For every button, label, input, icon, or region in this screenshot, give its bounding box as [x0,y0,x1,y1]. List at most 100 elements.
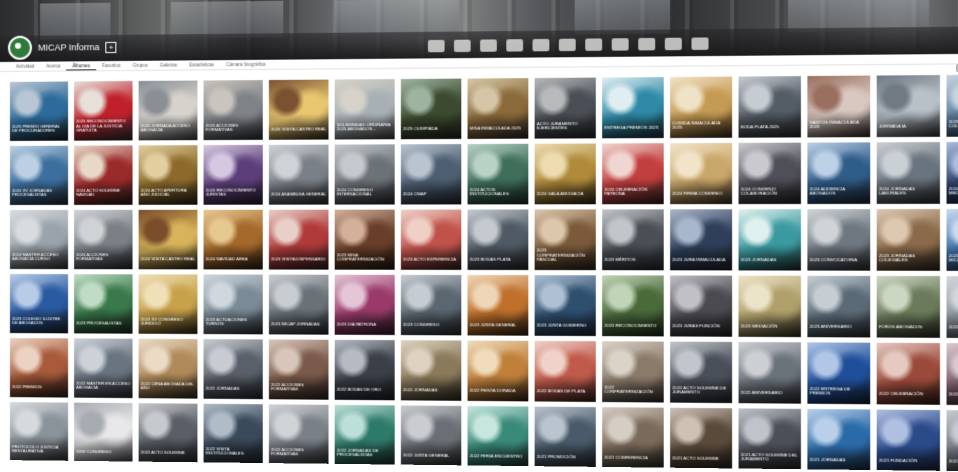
album-tile[interactable]: 2024 NAVIDAD ÁREA [204,210,263,270]
album-tile[interactable]: 2024 ACCIONES FORMATIVAS [74,210,132,269]
album-tile[interactable]: 2021 PROMOCIÓN [535,407,596,468]
album-tile[interactable]: 2023 Aniversario [807,276,870,338]
album-tile[interactable]: PROTOCOLO JUSTICIA RESTAURATIVA [10,402,68,462]
album-tile[interactable]: Jornada IA [877,75,940,137]
album-tile[interactable]: 2023 CONFRATERNIZACIÓN PASCUAL [535,209,596,270]
album-tile[interactable]: 2024 Firma Convenio [670,143,732,204]
album-tile[interactable]: 2022 ANIVERSARIO [739,342,801,404]
album-tile[interactable]: 2021 FUNDACIÓN [877,410,940,472]
album-tile[interactable]: 2025 Olimpiada [401,79,461,140]
album-tile[interactable]: Solemnidad Ordinaria 2025 Abogados... [335,79,395,139]
album-tile[interactable]: 2022 MASTER EN ACCESO ABOGACÍA [74,338,132,398]
album-tile[interactable]: 2024 XV Jornadas Procesalistas [10,146,68,205]
album-tile[interactable]: Santos Inmaculada 2025 [807,76,870,138]
album-tile[interactable]: 2023 BODAS PLATA [468,209,529,270]
album-tile[interactable]: 2022 ACTO SOLEMNE [139,403,198,463]
album-tile[interactable]: 2024 Acto Apertura Año Judicial [139,145,198,205]
album-tile[interactable]: 2025 JORNADA ACCESO ABOGACÍA [139,81,198,141]
album-tile[interactable]: 2024 Congreso Internacional [335,144,395,204]
album-tile[interactable]: 2022 PREMIOS [10,338,68,398]
tab-albumes[interactable]: Álbumes [66,61,96,70]
tab-actividad[interactable]: Actividad [10,62,40,71]
album-tile[interactable]: 2022 JORNADAS [401,340,461,401]
album-tile[interactable]: 2022 FERIA ENCUENTRO [468,406,529,467]
album-tile[interactable]: 2023 Mediación [739,276,801,337]
album-tile[interactable]: Boda Plata 2025 [739,76,801,138]
album-tile[interactable]: 2023 Procesalistas [74,274,132,334]
album-tile[interactable]: 2025 Visita Castro Real [269,80,329,140]
tab-galerias[interactable]: Galerías [154,60,183,69]
album-tile[interactable]: 2023 Día Patrona [335,275,395,335]
album-tile[interactable]: 2021 ENCUENTRO [947,410,958,471]
album-tile[interactable]: Misa Inmaculada 2025 [468,78,529,139]
tab-estadisticas[interactable]: Estadísticas [183,60,220,69]
album-tile[interactable]: 2023 MICAP Jornadas [269,275,329,335]
album-tile[interactable]: 2024 Audiencia Abogados [807,142,870,204]
album-tile[interactable]: 2022 CENA Abogada del año [139,339,198,399]
album-tile[interactable]: 2024 Actos Institucionales [468,144,529,205]
album-tile[interactable]: 2023 Actuaciones Turnos [204,274,263,334]
album-tile[interactable]: 2023 Colegio Ilustre de Abogados [10,274,68,333]
album-tile[interactable]: 2022 BODAS DE PLATA [535,341,596,402]
album-tile[interactable]: 2023 Junta Gobierno [535,275,596,336]
album-tile[interactable]: 2024 Gala Abogacía [535,144,596,205]
add-icon[interactable]: + [106,41,117,52]
album-tile[interactable]: 2024 Asamblea General [269,145,329,205]
album-tile[interactable]: 2021 ACTO SOLEMNE DEL JURAMENTO [739,408,801,470]
album-tile[interactable]: 2023 Junta General [468,275,529,336]
album-tile[interactable]: 2024 Convenio Colaboración [739,143,801,204]
tab-favoritos[interactable]: Favoritos [96,61,127,70]
album-tile[interactable]: 2022 ACTO SOLEMNE DE JURAMENTO [670,342,732,403]
album-tile[interactable]: 2022 ENTREGA DE PREMIOS [807,342,870,404]
album-tile[interactable]: 2023 Inauguración MICAP Laboral [947,209,958,271]
album-tile[interactable]: 2023 MÉRITOS [602,209,664,270]
album-tile[interactable]: 2024 Reconocimiento Juristas [204,145,263,205]
album-tile[interactable]: 2022 BODAS DE ORO [335,340,395,400]
album-tile[interactable]: 2023 JURA INMACULADA [670,209,732,270]
album-tile[interactable]: 2024 Acto Solemne Navidad [74,145,132,204]
album-tile[interactable]: 2022 CONFRATERNIZACIÓN [602,341,664,402]
album-tile[interactable]: 2022 ACCIONES FORMATIVAS [269,339,329,399]
album-tile[interactable]: 2022 JUNTA GENERAL [401,405,461,466]
album-tile[interactable]: 2023 XV Congreso Jurídico [139,274,198,334]
album-tile[interactable]: 2023 Congreso [401,275,461,335]
album-tile[interactable]: 2025 PREMIO GENERAL DE PROCURADORES [10,81,68,140]
album-tile[interactable]: Entrega Premios 2025 [602,77,664,138]
album-tile[interactable]: 2023 JORNADAS COLEGIALES [877,209,940,271]
album-tile[interactable]: 2023 JORNADAS [739,209,801,270]
album-tile[interactable]: Acto Juramento Ejercientes [535,78,596,139]
album-tile[interactable]: 2021 ACTO SOLEMNE [670,408,732,470]
album-tile[interactable]: 2024 Celebración Patrona [602,143,664,204]
album-tile[interactable]: 2022 JORNADAS [204,339,263,399]
album-tile[interactable]: XXIV CONGRESO [74,403,132,463]
album-tile[interactable]: 2025 Asamblea Colegial [947,75,958,137]
album-tile[interactable]: 2022 VISITA INSTITUCIONALES [204,404,263,464]
album-tile[interactable]: 2024 CMAP [401,144,461,204]
album-tile[interactable]: 2022 ACCIONES FORMATIVAS [269,404,329,464]
avatar[interactable] [8,36,32,60]
album-tile[interactable]: 2022 CELEBRACIÓN [877,343,940,405]
album-tile[interactable]: 2023 Reconocimiento [602,275,664,336]
album-tile[interactable]: 2021 JORNADAS [807,409,870,471]
album-tile[interactable]: 2021 CONFERENCIA [602,407,664,468]
album-tile[interactable]: 2024 Jornadas Laborales [877,142,940,204]
tab-camara[interactable]: Cámara fotográfica [220,60,271,70]
album-tile[interactable]: 2023 CONVOCATORIA [807,209,870,271]
profile-title[interactable]: MICAP Informa [38,42,100,53]
album-tile[interactable]: FOROS ABOGADOS [877,276,940,338]
tab-grupos[interactable]: Grupos [127,61,154,70]
album-tile[interactable]: 2022 DÍAS DE FIESTA [947,343,958,405]
tab-acerca[interactable]: Acerca [40,61,66,70]
album-tile[interactable]: 2024 Visita Castro Real [139,210,198,270]
album-tile[interactable]: 2023 MICAP Laboral [947,276,958,338]
album-tile[interactable]: Comida Inmaculada 2025 [670,77,732,138]
album-tile[interactable]: 2022 JORNADAS DE PROCESALISTAS [335,405,395,466]
album-tile[interactable]: 2023 VISITA DISPENSARIO [269,210,329,270]
album-tile[interactable]: 2022 FIESTA DORADA [468,341,529,402]
album-tile[interactable]: 2025 ACCIONES FORMATIVAS [204,80,263,140]
album-tile[interactable]: 2024 Seminario Mediación [947,142,958,204]
album-tile[interactable]: 2024 MASTER ACCESO ABOGACÍA CURSO [10,210,68,269]
album-tile[interactable]: 2025 RECONOCIMIENTO AL DÍA DE LA JUSTICI… [74,81,132,141]
album-tile[interactable]: 2023 JURAS FUNCIÓN [670,275,732,336]
album-tile[interactable]: 2023 ACTO EXPERIENCIA [401,210,461,270]
